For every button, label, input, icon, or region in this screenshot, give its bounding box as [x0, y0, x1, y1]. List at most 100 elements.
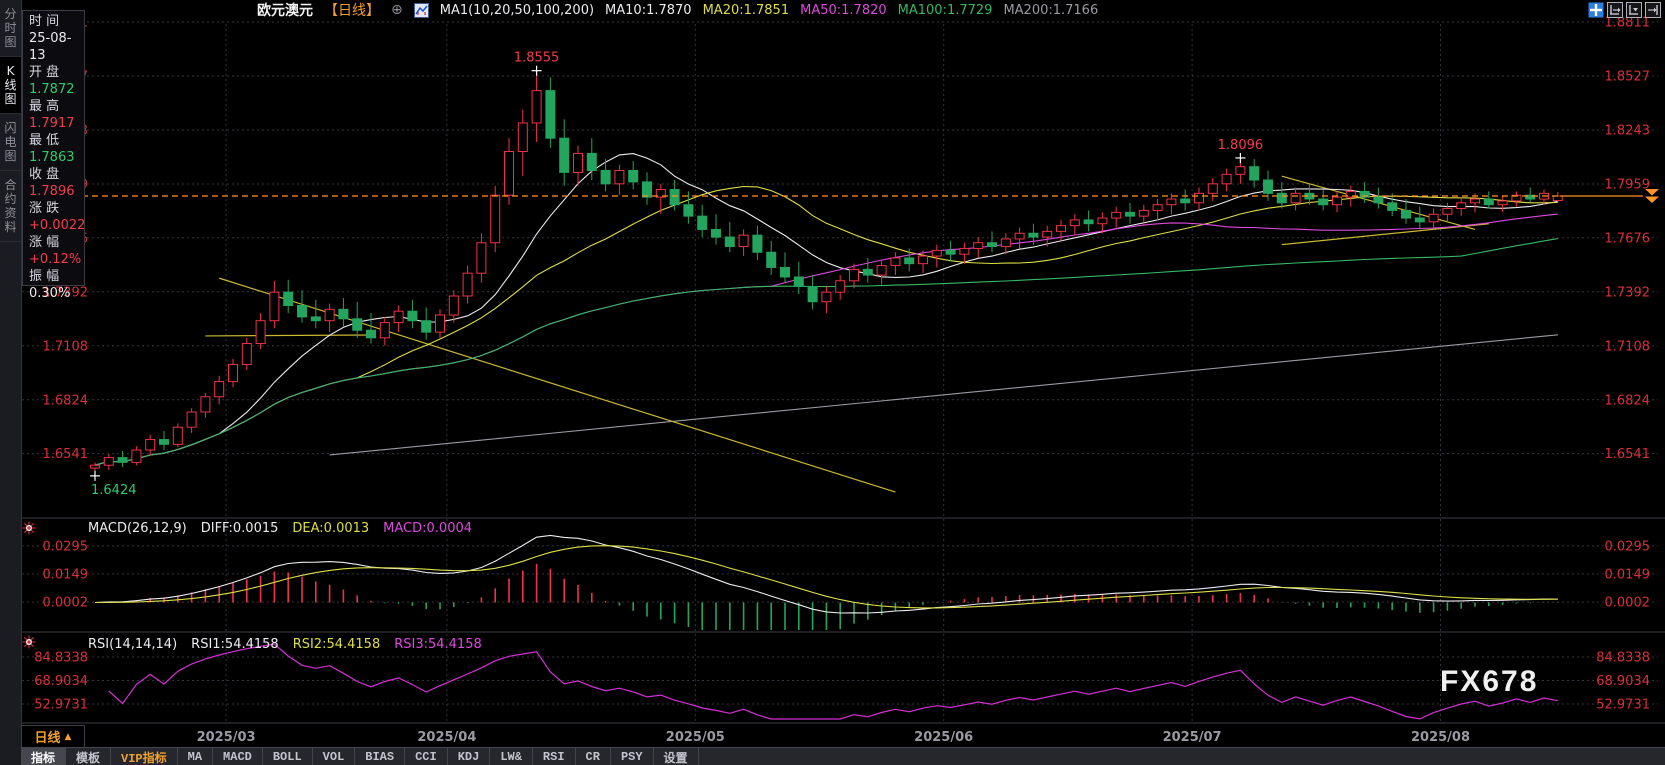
toolbar-item[interactable]: BOLL — [263, 748, 313, 765]
info-value: 1.7863 — [29, 149, 84, 166]
toolbar-item[interactable]: PSY — [611, 748, 654, 765]
macd-pane-settings-icon[interactable] — [22, 521, 36, 535]
rsi1-value: RSI1:54.4158 — [191, 637, 279, 652]
svg-text:2025/08: 2025/08 — [1411, 730, 1470, 745]
chevron-up-icon: ▲ — [65, 732, 72, 742]
compare-add-icon[interactable]: ⊕ — [391, 2, 403, 18]
info-value: 1.7872 — [29, 81, 84, 98]
info-row: 涨 幅 +0.12% — [29, 234, 84, 268]
svg-text:84.8338: 84.8338 — [1596, 651, 1650, 666]
svg-text:1.7108: 1.7108 — [43, 339, 89, 354]
toolbar-item[interactable]: VOL — [313, 748, 356, 765]
svg-text:1.8527: 1.8527 — [1605, 70, 1651, 85]
svg-text:84.8338: 84.8338 — [34, 651, 88, 666]
svg-text:52.9731: 52.9731 — [1596, 697, 1650, 712]
svg-text:1.6424: 1.6424 — [91, 483, 137, 498]
svg-text:2025/05: 2025/05 — [666, 730, 725, 745]
sidebar-tab[interactable]: 分 时 图 — [0, 0, 21, 57]
info-value: +0.12% — [29, 251, 84, 268]
mini-chart-icon — [414, 3, 429, 18]
info-value: 1.7917 — [29, 115, 84, 132]
period-label: 日线 — [35, 727, 61, 746]
macd-diff-value: DIFF:0.0015 — [201, 521, 279, 536]
sidebar-tab[interactable]: K 线 图 — [0, 57, 21, 114]
svg-text:1.6824: 1.6824 — [1605, 393, 1651, 408]
axis-zoom-right-icon[interactable] — [1626, 2, 1642, 18]
info-label: 振 幅 — [29, 268, 84, 285]
info-value: 0.30% — [29, 285, 84, 302]
rsi3-value: RSI3:54.4158 — [394, 637, 482, 652]
macd-pane-header: MACD(26,12,9) DIFF:0.0015 DEA:0.0013 MAC… — [88, 521, 472, 536]
sidebar-tab[interactable]: 合 约 资 料 — [0, 171, 21, 242]
svg-text:52.9731: 52.9731 — [34, 697, 88, 712]
info-value: 1.7896 — [29, 183, 84, 200]
toolbar-item[interactable]: MACD — [213, 748, 263, 765]
sidebar-tab[interactable]: 闪 电 图 — [0, 114, 21, 171]
period-tag: 【日线】 — [324, 0, 380, 20]
info-row: 涨 跌 +0.0022 — [29, 200, 84, 234]
toolbar-top-right — [1588, 2, 1661, 18]
svg-text:1.8555: 1.8555 — [514, 51, 560, 66]
toolbar-item[interactable]: 指标 — [21, 748, 66, 765]
info-label: 最 高 — [29, 98, 84, 115]
svg-text:1.7392: 1.7392 — [1605, 285, 1651, 300]
toolbar-item[interactable]: RSI — [533, 748, 576, 765]
ma200-value: MA200:1.7166 — [1003, 3, 1098, 18]
axis-zoom-left-icon[interactable] — [1607, 2, 1623, 18]
toolbar-item[interactable]: 设置 — [654, 748, 699, 765]
toolbar-item[interactable]: BIAS — [355, 748, 405, 765]
svg-text:0.0295: 0.0295 — [43, 539, 89, 554]
svg-text:1.8096: 1.8096 — [1218, 138, 1264, 153]
info-row: 最 低 1.7863 — [29, 132, 84, 166]
ma100-value: MA100:1.7729 — [898, 3, 993, 18]
toolbar-item[interactable]: VIP指标 — [111, 748, 178, 765]
toolbar-item[interactable]: KDJ — [448, 748, 491, 765]
svg-text:1.6541: 1.6541 — [1605, 447, 1651, 462]
info-label: 开 盘 — [29, 64, 84, 81]
svg-text:1.6541: 1.6541 — [43, 447, 89, 462]
svg-text:1.7108: 1.7108 — [1605, 339, 1651, 354]
info-label: 涨 幅 — [29, 234, 84, 251]
info-row: 振 幅 0.30% — [29, 268, 84, 302]
info-value: +0.0022 — [29, 217, 84, 234]
ma50-value: MA50:1.7820 — [800, 3, 887, 18]
crosshair-icon[interactable] — [1588, 2, 1604, 18]
rsi-pane-settings-icon[interactable] — [22, 635, 36, 649]
svg-text:1.7959: 1.7959 — [1605, 178, 1651, 193]
svg-text:0.0149: 0.0149 — [1605, 567, 1651, 582]
macd-dea-value: DEA:0.0013 — [292, 521, 369, 536]
toolbar-item[interactable]: LW& — [490, 748, 533, 765]
svg-text:68.9034: 68.9034 — [34, 674, 88, 689]
svg-text:68.9034: 68.9034 — [1596, 674, 1650, 689]
ma20-value: MA20:1.7851 — [703, 3, 790, 18]
toolbar-item[interactable]: CCI — [405, 748, 448, 765]
indicator-toolbar: 指标 模板 VIP指标 MA MACD BOLL VOL BIAS CCI KD… — [21, 747, 1665, 765]
ma10-value: MA10:1.7870 — [605, 3, 692, 18]
svg-text:1.7676: 1.7676 — [1605, 231, 1651, 246]
toolbar-item[interactable]: 模板 — [66, 748, 111, 765]
toolbar-item[interactable]: MA — [178, 748, 213, 765]
svg-text:2025/04: 2025/04 — [417, 730, 476, 745]
period-selector[interactable]: 日线 ▲ — [21, 725, 85, 748]
svg-text:2025/06: 2025/06 — [914, 730, 973, 745]
info-row: 最 高 1.7917 — [29, 98, 84, 132]
svg-text:2025/03: 2025/03 — [197, 730, 256, 745]
chart-app: 1.88111.88111.85271.85271.82431.82431.79… — [0, 0, 1665, 765]
fx678-watermark: FX678 — [1440, 665, 1538, 699]
rsi-title: RSI(14,14,14) — [88, 637, 177, 652]
svg-text:0.0295: 0.0295 — [1605, 539, 1651, 554]
svg-text:2025/07: 2025/07 — [1163, 730, 1222, 745]
info-label: 最 低 — [29, 132, 84, 149]
info-label: 时 间 — [29, 13, 84, 30]
svg-text:0.0149: 0.0149 — [43, 567, 89, 582]
chart-header: 欧元澳元 【日线】 ⊕ MA1(10,20,50,100,200) MA10:1… — [257, 1, 1098, 19]
rsi2-value: RSI2:54.4158 — [293, 637, 381, 652]
svg-text:1.8243: 1.8243 — [1605, 124, 1651, 139]
info-label: 涨 跌 — [29, 200, 84, 217]
svg-text:1.6824: 1.6824 — [43, 393, 89, 408]
sidebar: 分 时 图 K 线 图 闪 电 图 合 约 资 料 — [0, 0, 22, 765]
axis-pan-icon[interactable] — [1645, 2, 1661, 18]
symbol-title: 欧元澳元 — [257, 0, 313, 20]
toolbar-item[interactable]: CR — [576, 748, 611, 765]
svg-text:0.0002: 0.0002 — [43, 596, 89, 611]
